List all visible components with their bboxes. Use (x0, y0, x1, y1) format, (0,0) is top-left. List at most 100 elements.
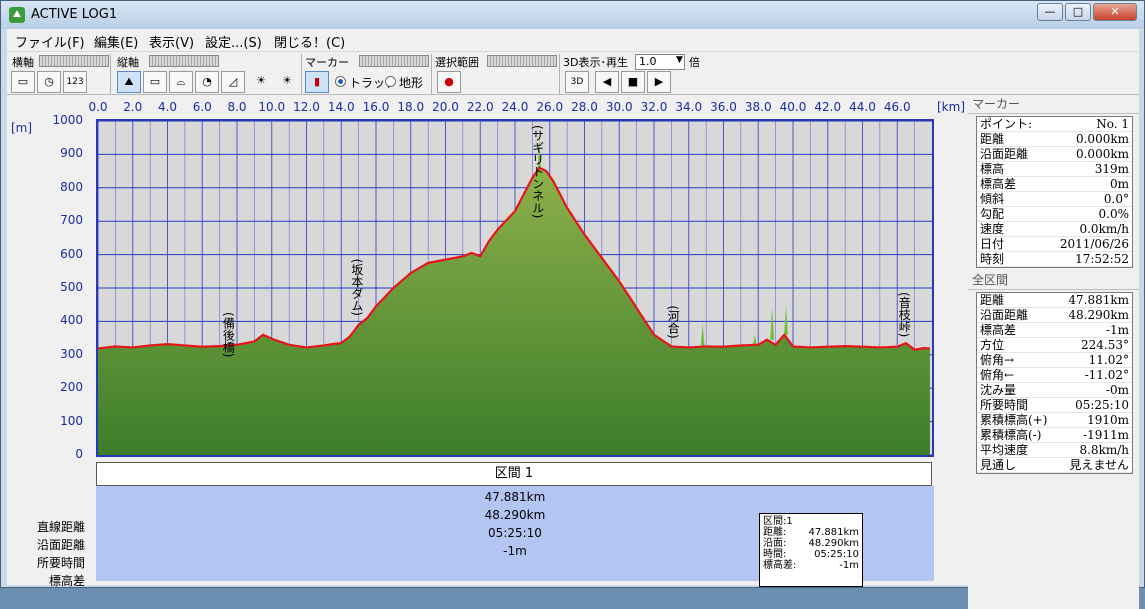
info-key: 時刻 (980, 252, 1005, 266)
info-row: 時刻 17:52:52 (977, 252, 1132, 267)
menu-close[interactable]: 閉じる！(C) (274, 32, 345, 51)
x-tick-label: 18.0 (397, 100, 425, 114)
menu-view[interactable]: 表示(V) (149, 32, 194, 51)
close-button[interactable]: ✕ (1093, 3, 1137, 21)
info-value: 2011/06/26 (1059, 237, 1129, 251)
info-row: 俯角← -11.02° (977, 368, 1132, 383)
info-value: 0m (1109, 177, 1129, 191)
y-tick-label: 600 (60, 246, 83, 261)
maximize-button[interactable]: □ (1065, 3, 1091, 21)
x-tick-label: 24.0 (501, 100, 529, 114)
separator (110, 54, 111, 94)
info-key: 沈み量 (980, 383, 1017, 397)
mountain-icon[interactable]: ⛰ (117, 71, 141, 93)
separator (431, 54, 432, 94)
info-key: 沿面距離 (980, 147, 1029, 161)
gauge-icon[interactable]: ◔ (195, 71, 219, 93)
section-tooltip: 区間:1 距離: 47.881km 沿面: 48.290km 時間: 05:25:10 標高… (759, 513, 863, 587)
minimize-button[interactable]: — (1037, 3, 1063, 21)
slope-icon[interactable]: ◿ (221, 71, 245, 93)
h-count-button[interactable]: 123 (63, 71, 87, 93)
vertical-axis-slider[interactable] (149, 55, 219, 67)
title-bar[interactable]: ⛰ ACTIVE LOG1 — □ ✕ (1, 1, 1144, 29)
h-clock-button[interactable]: ◷ (37, 71, 61, 93)
info-key: 速度 (980, 222, 1005, 236)
y-tick-label: 300 (60, 346, 83, 361)
info-value: -0m (1105, 383, 1129, 397)
point2-icon[interactable]: ☀ (275, 71, 299, 93)
info-key: 距離 (980, 132, 1005, 146)
marker-label: マーカー (305, 56, 349, 69)
info-key: 方位 (980, 338, 1005, 352)
x-tick-label: 40.0 (779, 100, 807, 114)
selection-pin-icon[interactable]: ● (437, 71, 461, 93)
view-3d-icon[interactable]: 3D (565, 71, 589, 93)
elevation-spike (770, 308, 775, 340)
x-tick-label: 0.0 (88, 100, 108, 114)
info-key: 累積標高(+) (980, 413, 1048, 427)
tooltip-key: 距離: (763, 527, 787, 538)
horizontal-axis-slider[interactable] (39, 55, 109, 67)
y-tick-label: 1000 (52, 113, 83, 127)
info-row: 標高 319m (977, 162, 1132, 177)
chevron-down-icon[interactable]: ▼ (676, 55, 683, 65)
elevation-spike (700, 323, 705, 348)
info-row: 累積標高(+) 1910m (977, 413, 1132, 428)
client-area: ファイル(F) 編集(E) 表示(V) 設定...(S) 閉じる！(C) 横軸 … (7, 29, 1139, 609)
info-key: 見通し (980, 458, 1017, 472)
prev-icon[interactable]: ◀ (595, 71, 619, 93)
arc-icon[interactable]: ⌓ (169, 71, 193, 93)
info-value: No. 1 (1096, 117, 1129, 131)
info-row: 俯角→ 11.02° (977, 353, 1132, 368)
radio-track[interactable] (335, 76, 346, 87)
info-key: 距離 (980, 293, 1005, 307)
marker-info-box: ポイント: No. 1 距離 0.000km 沿面距離 0.000km 標高 319m 標高差 0… (976, 116, 1133, 268)
side-panel: マーカー ポイント: No. 1 距離 0.000km 沿面距離 0.000km 標高 319… (968, 96, 1139, 609)
info-key: ポイント: (980, 117, 1033, 131)
selection-slider[interactable] (487, 55, 557, 67)
section-header[interactable]: 区間 1 (96, 462, 932, 486)
info-row: 沿面距離 48.290km (977, 308, 1132, 323)
elevation-profile-plot[interactable]: (備後橋) (坂本ダム) (サギリトンネル) (河合) (音枝峠) (96, 119, 934, 457)
x-tick-label: 28.0 (571, 100, 598, 114)
x-tick-label: 46.0 (883, 100, 911, 114)
info-value: 224.53° (1081, 338, 1129, 352)
tooltip-value: 05:25:10 (814, 549, 859, 560)
x-tick-label: 10.0 (258, 100, 286, 114)
tooltip-key: 標高差: (763, 560, 797, 571)
h-ruler-button[interactable]: ▭ (11, 71, 35, 93)
point1-icon[interactable]: ☀ (249, 71, 273, 93)
menu-settings[interactable]: 設定...(S) (205, 32, 262, 51)
info-row: 標高差 0m (977, 177, 1132, 192)
info-value: 319m (1094, 162, 1129, 176)
x-tick-label: 38.0 (744, 100, 772, 114)
stop-icon[interactable]: ■ (621, 71, 645, 93)
marker-pin-icon[interactable]: ▮ (305, 71, 329, 93)
info-value: 1910m (1087, 413, 1129, 427)
place-annotation: (坂本ダム) (350, 259, 364, 316)
next-icon[interactable]: ▶ (647, 71, 671, 93)
info-key: 勾配 (980, 207, 1005, 221)
info-row: 方位 224.53° (977, 338, 1132, 353)
selection-label: 選択範囲 (435, 56, 479, 69)
x-tick-label: 2.0 (123, 100, 143, 114)
marker-slider[interactable] (359, 55, 429, 67)
tooltip-value: -1m (839, 560, 859, 571)
x-tick-label: 42.0 (814, 100, 842, 114)
radio-terrain[interactable] (385, 76, 396, 87)
toolbar: 横軸 ▭ ◷ 123 縦軸 ⛰ ▭ ⌓ ◔ ◿ ☀ ☀ マーカー ▮ トラック … (7, 51, 1139, 95)
y-tick-label: 0 (75, 447, 83, 461)
y-tick-label: 800 (60, 179, 83, 194)
label-straight-distance: 直線距離 (36, 520, 85, 534)
v-ruler-button[interactable]: ▭ (143, 71, 167, 93)
menu-file[interactable]: ファイル(F) (15, 32, 85, 51)
info-key: 沿面距離 (980, 308, 1029, 322)
separator (559, 54, 560, 94)
tooltip-rows: 距離: 47.881km 沿面: 48.290km 時間: 05:25:10 標高差: -1m (763, 527, 859, 571)
x-tick-label: 14.0 (327, 100, 355, 114)
x-tick-label: 20.0 (432, 100, 459, 114)
menu-edit[interactable]: 編集(E) (94, 32, 138, 51)
label-surface-distance: 沿面距離 (36, 538, 85, 552)
x-tick-label: 4.0 (157, 100, 178, 114)
elevation-profile-svg[interactable]: (備後橋) (坂本ダム) (サギリトンネル) (河合) (音枝峠) (97, 120, 932, 456)
